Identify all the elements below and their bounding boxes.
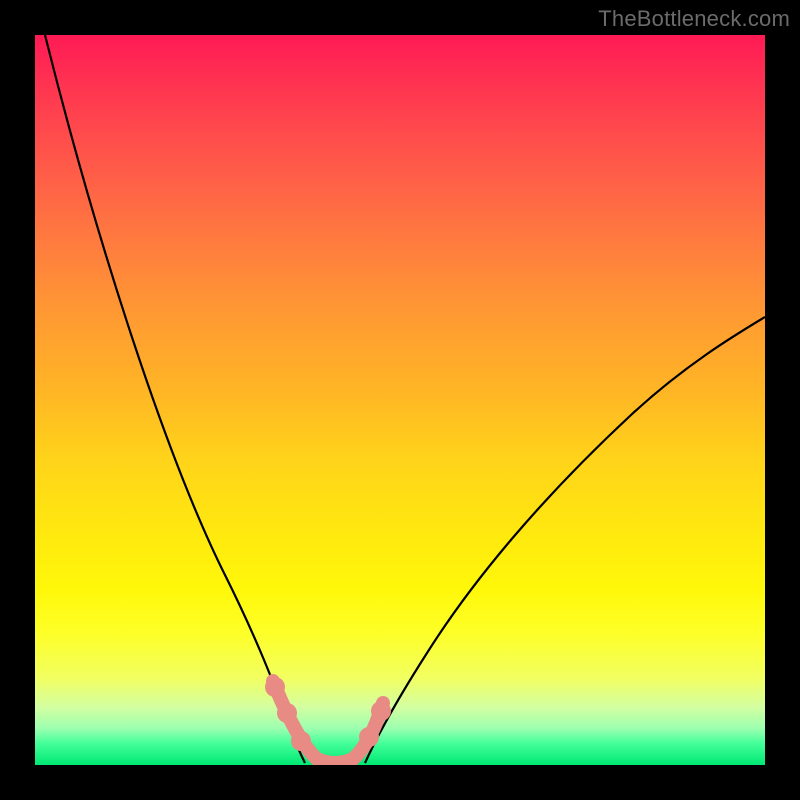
watermark-text: TheBottleneck.com (598, 6, 790, 32)
curve-svg (35, 35, 765, 765)
pink-bead-left-3 (291, 731, 311, 751)
chart-frame: TheBottleneck.com (0, 0, 800, 800)
right-curve (365, 317, 765, 763)
left-curve (45, 35, 305, 763)
pink-bead-right-2 (371, 701, 391, 721)
pink-bead-right-1 (359, 727, 379, 747)
pink-bead-left-2 (277, 703, 297, 723)
pink-bead-left-1 (265, 677, 285, 697)
plot-area (35, 35, 765, 765)
